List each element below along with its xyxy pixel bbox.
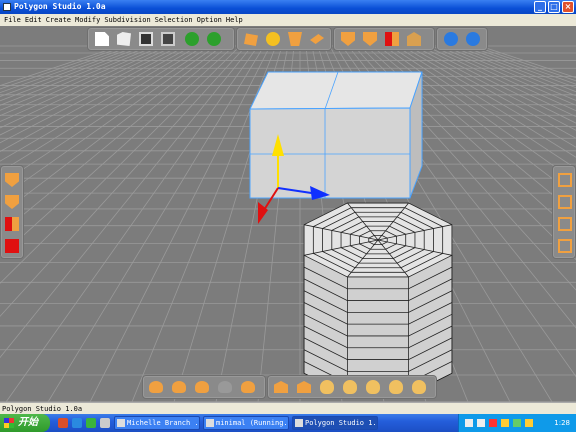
help-toolbar (437, 28, 487, 50)
status-bar: Polygon Studio 1.0a (0, 402, 576, 414)
teapot-smooth-icon[interactable] (172, 381, 186, 393)
select-object-icon[interactable] (5, 239, 19, 253)
select-face-icon[interactable] (5, 217, 19, 231)
menu-edit[interactable]: Edit (25, 14, 42, 26)
menu-create[interactable]: Create (46, 14, 71, 26)
start-button[interactable]: 开始 (0, 414, 50, 432)
help-icon[interactable] (466, 32, 480, 46)
sphere-icon[interactable] (266, 32, 280, 46)
face-mode-icon[interactable] (385, 32, 399, 46)
undo-icon[interactable] (185, 32, 199, 46)
menu-modify[interactable]: Modify (75, 14, 100, 26)
menu-help[interactable]: Help (226, 14, 243, 26)
select-edge-icon[interactable] (5, 195, 19, 209)
task-polygon-studio[interactable]: Polygon Studio 1.0a (292, 416, 378, 430)
task-app-icon (206, 419, 214, 427)
object-mode-icon[interactable] (407, 32, 421, 46)
teapot-faceted-icon[interactable] (195, 381, 209, 393)
redo-icon[interactable] (207, 32, 221, 46)
minimize-button[interactable]: _ (534, 1, 546, 13)
head-front-icon[interactable] (366, 380, 380, 394)
tray-icon[interactable] (465, 419, 473, 427)
menu-bar: File Edit Create Modify Subdivision Selection… (0, 14, 576, 26)
tray-icon[interactable] (489, 419, 497, 427)
teapot-wire-icon[interactable] (218, 381, 232, 393)
teapot-toolbar (143, 376, 265, 398)
taskbar: 开始 Michelle Branch ... minimal (Running.… (0, 414, 576, 432)
task-app-icon (117, 419, 125, 427)
task-label: minimal (Running... (216, 419, 289, 427)
menu-selection[interactable]: Selection (155, 14, 193, 26)
quicklaunch-show-desktop-icon[interactable] (100, 418, 110, 428)
cube-icon[interactable] (244, 33, 258, 46)
tray-icon[interactable] (477, 419, 485, 427)
new-file-icon[interactable] (95, 32, 109, 46)
task-label: Michelle Branch ... (127, 419, 200, 427)
cylinder-mesh[interactable] (303, 202, 453, 396)
title-bar[interactable]: Polygon Studio 1.0a _ □ × (0, 0, 576, 14)
menu-subdivision[interactable]: Subdivision (104, 14, 150, 26)
system-tray: 1:28 (458, 414, 576, 432)
select-vertex-icon[interactable] (5, 173, 19, 187)
tray-icon[interactable] (513, 419, 521, 427)
cylinder-icon[interactable] (288, 32, 302, 46)
menu-file[interactable]: File (4, 14, 21, 26)
head-side-icon[interactable] (343, 380, 357, 394)
head-back-icon[interactable] (389, 380, 403, 394)
modify-toolbar (334, 28, 434, 50)
left-toolbar (1, 166, 23, 258)
tray-icon[interactable] (501, 419, 509, 427)
box-icon[interactable] (297, 381, 311, 393)
view-front-icon[interactable] (558, 173, 572, 187)
teapot-icon[interactable] (149, 381, 163, 393)
cube-mesh[interactable] (249, 71, 423, 199)
clock[interactable]: 1:28 (554, 414, 570, 432)
scene-svg (0, 45, 576, 402)
close-button[interactable]: × (562, 1, 574, 13)
vertex-mode-icon[interactable] (341, 32, 355, 46)
app-icon (3, 3, 11, 11)
status-text: Polygon Studio 1.0a (2, 405, 83, 413)
head-icon[interactable] (320, 380, 334, 394)
task-michelle-branch[interactable]: Michelle Branch ... (114, 416, 200, 430)
window-title: Polygon Studio 1.0a (14, 2, 106, 11)
primitives-toolbar (237, 28, 331, 50)
rotate-view-icon[interactable] (444, 32, 458, 46)
right-toolbar (553, 166, 575, 258)
box-open-icon[interactable] (274, 381, 288, 393)
save-icon[interactable] (139, 32, 153, 46)
view-top-icon[interactable] (558, 217, 572, 231)
head-detail-icon[interactable] (412, 380, 426, 394)
menu-option[interactable]: Option (197, 14, 222, 26)
quicklaunch-media-icon[interactable] (86, 418, 96, 428)
head-toolbar (268, 376, 436, 398)
open-file-icon[interactable] (117, 32, 131, 46)
view-side-icon[interactable] (558, 195, 572, 209)
quicklaunch-firefox-icon[interactable] (58, 418, 68, 428)
app-window: Polygon Studio 1.0a _ □ × File Edit Create… (0, 0, 576, 432)
edge-mode-icon[interactable] (363, 32, 377, 46)
file-toolbar (88, 28, 234, 50)
view-perspective-icon[interactable] (558, 239, 572, 253)
task-minimal[interactable]: minimal (Running... (203, 416, 289, 430)
task-app-icon (295, 419, 303, 427)
tray-icon[interactable] (525, 419, 533, 427)
teapot-shaded-icon[interactable] (241, 381, 255, 393)
maximize-button[interactable]: □ (548, 1, 560, 13)
start-label: 开始 (18, 417, 38, 428)
windows-logo-icon (4, 418, 14, 428)
3d-viewport[interactable] (0, 26, 576, 402)
plane-icon[interactable] (310, 34, 324, 44)
task-label: Polygon Studio 1.0a (305, 419, 378, 427)
save-as-icon[interactable] (161, 32, 175, 46)
quicklaunch-ie-icon[interactable] (72, 418, 82, 428)
